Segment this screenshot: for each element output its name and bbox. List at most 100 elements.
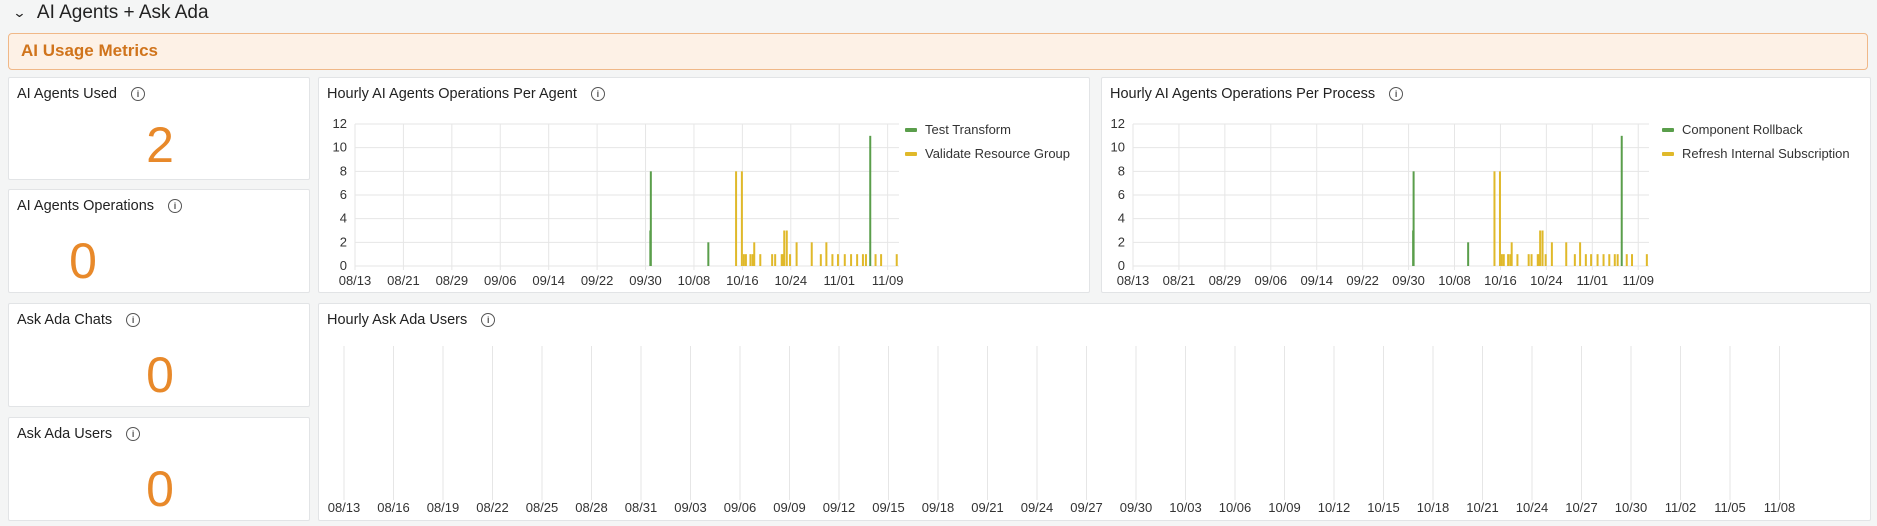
x-tick-label: 10/09 xyxy=(1268,500,1301,515)
bar xyxy=(795,242,798,266)
bar xyxy=(1527,254,1530,266)
x-tick-label: 10/12 xyxy=(1318,500,1351,515)
x-tick-label: 11/05 xyxy=(1714,500,1746,515)
x-tick-label: 11/01 xyxy=(823,273,855,288)
x-tick-label: 11/02 xyxy=(1665,500,1697,515)
x-tick-label: 09/30 xyxy=(629,273,662,288)
bar xyxy=(843,254,846,266)
bar xyxy=(1620,135,1623,266)
bar xyxy=(771,254,774,266)
bar xyxy=(1565,242,1568,266)
bar xyxy=(753,242,756,266)
chart-per-agent: 0 2 4 6 8 10 12 08/13 08/21 08/29 09/06 09/14 09/22 0… xyxy=(333,116,1070,288)
bar xyxy=(774,254,777,266)
bar xyxy=(1616,254,1619,266)
x-tick-label: 09/30 xyxy=(1392,273,1425,288)
bar xyxy=(1550,242,1553,266)
x-tick-label: 08/19 xyxy=(427,500,460,515)
x-tick-label: 10/15 xyxy=(1367,500,1400,515)
chart-per-process: 0 2 4 6 8 10 12 08/13 08/21 08/29 09/06 09/14 09/22 0… xyxy=(1111,116,1850,288)
bar xyxy=(1510,242,1513,266)
chevron-down-icon[interactable]: ⌄ xyxy=(12,5,26,21)
stat-card-agents-used: AI Agents Used i 2 xyxy=(8,77,310,180)
bar xyxy=(1541,230,1544,266)
x-tick-label: 10/18 xyxy=(1417,500,1450,515)
bar xyxy=(1544,254,1547,266)
stat-card-ask-ada-users: Ask Ada Users i 0 xyxy=(8,417,310,521)
stat-value: 0 xyxy=(146,461,174,517)
bar xyxy=(1613,254,1616,266)
bar xyxy=(1631,254,1634,266)
usage-metrics-banner: AI Usage Metrics xyxy=(8,33,1868,70)
y-tick-label: 2 xyxy=(1118,234,1125,249)
stat-card-ask-ada-chats: Ask Ada Chats i 0 xyxy=(8,303,310,407)
info-icon[interactable]: i xyxy=(126,313,141,327)
bar xyxy=(1500,254,1503,266)
legend-label: Validate Resource Group xyxy=(925,146,1070,161)
bar xyxy=(707,242,710,266)
y-tick-label: 6 xyxy=(1118,187,1125,202)
bar xyxy=(1579,242,1582,266)
y-tick-label: 4 xyxy=(340,211,347,226)
legend-swatch xyxy=(1662,128,1674,132)
x-tick-label: 10/08 xyxy=(1438,273,1471,288)
bar xyxy=(1530,254,1533,266)
stat-card-agents-operations: AI Agents Operations i 0 xyxy=(8,189,310,293)
x-tick-label: 08/16 xyxy=(377,500,410,515)
stat-label: AI Agents Operations xyxy=(17,198,155,214)
x-tick-label: 08/21 xyxy=(387,273,420,288)
x-tick-label: 10/24 xyxy=(775,273,808,288)
bar xyxy=(789,254,792,266)
bar xyxy=(744,254,747,266)
section-header[interactable]: ⌄ AI Agents + Ask Ada xyxy=(12,2,209,24)
x-tick-label: 10/27 xyxy=(1565,500,1598,515)
x-tick-label: 08/13 xyxy=(328,500,361,515)
y-tick-label: 8 xyxy=(340,163,347,178)
x-tick-label: 10/24 xyxy=(1516,500,1549,515)
y-tick-label: 2 xyxy=(340,234,347,249)
bar xyxy=(742,254,745,266)
x-tick-label: 08/22 xyxy=(476,500,509,515)
section-title: AI Agents + Ask Ada xyxy=(36,2,209,23)
info-icon[interactable]: i xyxy=(126,427,141,441)
x-tick-label: 09/24 xyxy=(1021,500,1054,515)
x-tick-label: 10/30 xyxy=(1615,500,1648,515)
x-tick-label: 10/24 xyxy=(1530,273,1563,288)
bar xyxy=(880,254,883,266)
y-tick-label: 12 xyxy=(1111,116,1125,131)
bar xyxy=(759,254,762,266)
bar xyxy=(869,135,872,266)
info-icon[interactable]: i xyxy=(130,87,145,101)
x-tick-label: 09/06 xyxy=(1255,273,1288,288)
x-tick-label: 09/14 xyxy=(532,273,565,288)
x-tick-label: 11/09 xyxy=(1622,273,1654,288)
x-tick-label: 11/01 xyxy=(1577,273,1609,288)
bar xyxy=(749,254,752,266)
bar xyxy=(649,171,652,266)
x-tick-label: 08/31 xyxy=(625,500,658,515)
bar xyxy=(895,254,898,266)
x-tick-label: 09/22 xyxy=(1346,273,1379,288)
x-tick-label: 10/16 xyxy=(1484,273,1517,288)
stat-label: Ask Ada Chats xyxy=(17,312,113,328)
bar xyxy=(1502,254,1505,266)
stat-label: AI Agents Used xyxy=(17,86,117,102)
x-tick-label: 08/29 xyxy=(436,273,469,288)
y-tick-label: 4 xyxy=(1118,211,1125,226)
x-tick-label: 10/16 xyxy=(726,273,759,288)
x-tick-label: 11/09 xyxy=(872,273,904,288)
x-tick-label: 08/21 xyxy=(1163,273,1196,288)
bar xyxy=(1608,254,1611,266)
x-tick-label: 08/13 xyxy=(1117,273,1150,288)
x-tick-label: 08/13 xyxy=(339,273,372,288)
bar xyxy=(1493,171,1496,266)
bar xyxy=(1507,254,1510,266)
stat-label: Ask Ada Users xyxy=(17,426,113,442)
legend-swatch xyxy=(905,128,917,132)
bar xyxy=(819,254,822,266)
info-icon[interactable]: i xyxy=(168,199,183,213)
x-tick-label: 08/25 xyxy=(526,500,559,515)
bar xyxy=(740,171,743,266)
bar xyxy=(1412,171,1415,266)
x-tick-label: 09/09 xyxy=(773,500,806,515)
